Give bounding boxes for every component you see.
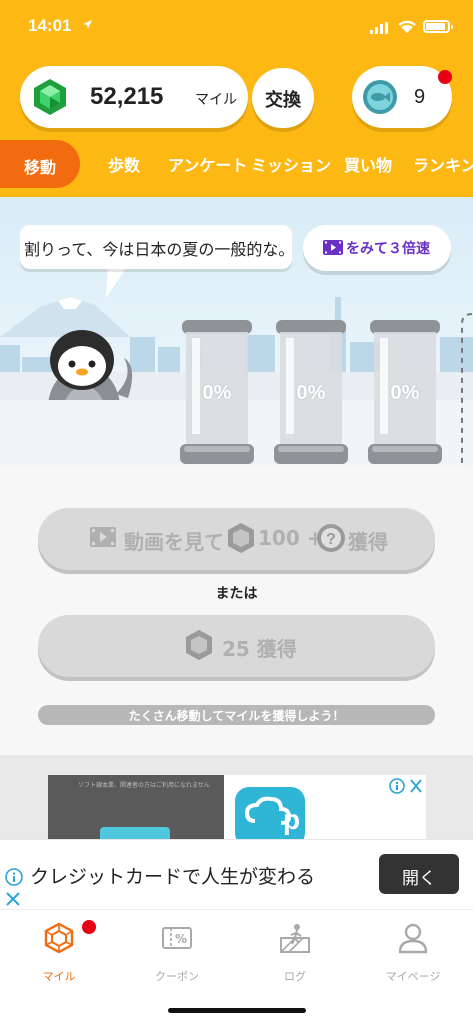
tab-mission[interactable]: ミッション: [251, 152, 331, 176]
tab-label: ランキン: [413, 156, 473, 175]
tab-label: 買い物: [344, 156, 393, 175]
gray-gem-icon: [228, 523, 254, 553]
svg-text:p: p: [283, 804, 300, 835]
tab-label: 歩数: [108, 156, 141, 175]
miles-icon: [44, 922, 74, 954]
ad-info-close-icon[interactable]: [389, 777, 425, 795]
watch-video-earn-button[interactable]: 動画を見て 100 + ? 獲得: [38, 508, 435, 570]
watch-video-speedup-button[interactable]: をみて３倍速: [303, 225, 451, 271]
earn-button-text: 25 獲得: [222, 637, 297, 661]
app-header: 14:01 52,215 マイル 交換 9 移動 歩数 アンケート ミッション …: [0, 0, 473, 298]
svg-text:%: %: [175, 932, 187, 946]
nav-log[interactable]: ログ: [236, 922, 354, 986]
ad-image-box: [100, 827, 170, 839]
miles-unit: マイル: [195, 92, 237, 108]
ad-info-icon[interactable]: [5, 868, 23, 886]
jar-percent: 0%: [296, 382, 326, 404]
ad-open-button[interactable]: 開く: [379, 854, 459, 894]
progress-jar-2: 0%: [272, 320, 350, 466]
cell-signal-icon: [370, 22, 388, 34]
hint-bar: たくさん移動してマイルを獲得しよう！: [38, 705, 435, 725]
ad-image-left[interactable]: ソフト銀本業、関連者の方はご利用になれません: [48, 775, 224, 839]
battery-icon: [423, 20, 453, 33]
earn-miles-button[interactable]: 25 獲得: [38, 615, 435, 677]
fish-coin-icon: [363, 80, 397, 114]
ad-close-icon[interactable]: [6, 892, 20, 906]
tab-label: アンケート: [168, 156, 248, 175]
coupon-icon: %: [162, 927, 192, 949]
speech-bubble: 割りって、今は日本の夏の一般的な。: [20, 225, 292, 269]
nav-label: マイページ: [385, 970, 441, 983]
video-button-text3: 獲得: [348, 530, 388, 554]
nav-miles[interactable]: マイル: [0, 920, 118, 986]
tab-survey[interactable]: アンケート: [168, 152, 247, 176]
coin-count: 9: [414, 86, 426, 108]
nav-coupon[interactable]: % クーポン: [118, 922, 236, 986]
video-button-text2: 100 +: [258, 526, 324, 550]
progress-jar-3: 0%: [366, 320, 444, 466]
category-tabs: 移動 歩数 アンケート ミッション 買い物 ランキン: [0, 140, 473, 298]
video-button-text1: 動画を見て: [124, 530, 224, 554]
miles-value: 52,215: [90, 83, 164, 110]
tab-label: 移動: [24, 158, 57, 177]
exchange-button[interactable]: 交換: [252, 68, 314, 128]
ad-banner[interactable]: クレジットカードで人生が変わる 開く: [0, 839, 473, 909]
progress-jar-1: 0%: [178, 320, 256, 466]
jar-percent: 0%: [202, 382, 232, 404]
nav-mypage[interactable]: マイページ: [354, 922, 472, 986]
notification-badge: [438, 70, 452, 84]
jar-percent: 0%: [390, 382, 420, 404]
exchange-label: 交換: [265, 90, 301, 111]
ad-banner-text: クレジットカードで人生が変わる: [30, 866, 316, 888]
video-icon: [323, 240, 343, 255]
status-time: 14:01: [28, 16, 72, 35]
ad-open-label: 開く: [402, 869, 436, 889]
bottom-navigation: マイル % クーポン ログ マイページ: [0, 909, 473, 1024]
ad-small-text: ソフト銀本業、関連者の方はご利用になれません: [78, 782, 210, 789]
nav-label: クーポン: [155, 970, 199, 983]
wifi-icon: [398, 20, 416, 33]
tab-steps[interactable]: 歩数: [108, 152, 140, 176]
svg-text:?: ?: [326, 531, 336, 548]
status-bar: 14:01: [0, 0, 473, 56]
mypage-icon: [398, 923, 428, 954]
nav-label: マイル: [42, 970, 76, 983]
speed-button-label: をみて３倍速: [346, 241, 430, 257]
or-text: または: [215, 586, 258, 602]
video-icon: [90, 527, 116, 547]
log-icon: [280, 924, 310, 953]
question-mark-icon: ?: [317, 524, 345, 552]
tab-move[interactable]: 移動: [0, 140, 80, 188]
home-indicator[interactable]: [168, 1008, 306, 1013]
coin-balance[interactable]: 9: [352, 66, 452, 128]
green-gem-icon: [34, 79, 66, 115]
tab-shopping[interactable]: 買い物: [344, 152, 392, 176]
tab-label: ミッション: [251, 156, 332, 175]
hint-text: たくさん移動してマイルを獲得しよう！: [128, 709, 345, 723]
location-arrow-icon: [83, 20, 92, 29]
ad-app-icon[interactable]: p: [235, 787, 305, 847]
miles-balance[interactable]: 52,215 マイル: [20, 66, 248, 128]
gray-gem-icon: [186, 630, 212, 660]
nav-label: ログ: [284, 970, 306, 983]
nav-miles-badge: [82, 920, 96, 934]
jar-placeholder-outline: [461, 313, 473, 471]
cloud-p-icon: p: [244, 796, 300, 835]
tab-ranking[interactable]: ランキン: [413, 152, 473, 176]
speech-bubble-text: 割りって、今は日本の夏の一般的な。: [24, 240, 292, 259]
